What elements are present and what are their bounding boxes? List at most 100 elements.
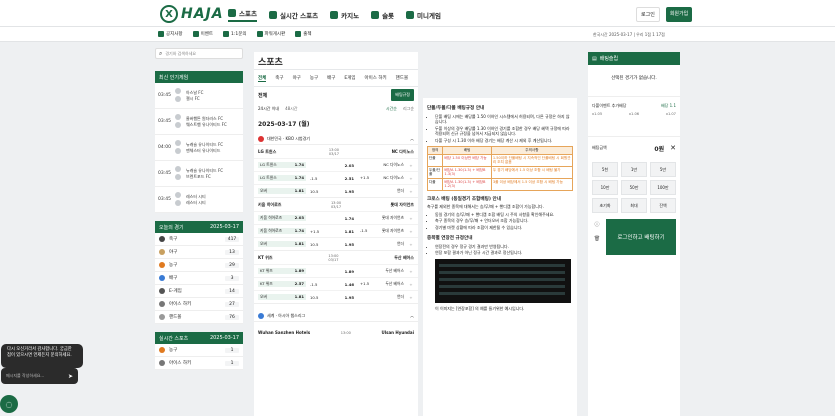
plus-icon[interactable]: + (408, 295, 414, 300)
site-logo[interactable]: X HAJA (160, 5, 224, 23)
amount-chip[interactable]: 잔액 (650, 198, 676, 213)
odds-draw[interactable]: -1.5 1.46 (308, 282, 356, 287)
odds-away[interactable]: 언더 (358, 241, 406, 247)
odds-away[interactable]: +1.5 두산 베어스 (358, 281, 406, 287)
popular-game[interactable]: 03:45 아스날 FC 첼시 FC (155, 83, 243, 109)
rule-kind: 다폴 (426, 177, 444, 191)
sport-tab[interactable]: 야구 (293, 75, 301, 81)
sport-item[interactable]: 핸드볼 76 (155, 311, 243, 324)
plus-icon[interactable]: + (408, 163, 414, 168)
amount-chip[interactable]: 50만 (621, 180, 647, 195)
odds-home[interactable]: LG 트윈스 1.74 (258, 175, 306, 181)
trash-icon[interactable]: 🗑 (594, 236, 600, 242)
amount-chip[interactable]: 최대 (621, 198, 647, 213)
odds-away[interactable]: -1.5 롯데 자이언츠 (358, 228, 406, 234)
sport-tab[interactable]: 아이스 하키 (365, 75, 387, 81)
popular-game[interactable]: 03:45 뉴캐슬 유나이티드 FC 브렌트포드 FC (155, 161, 243, 187)
popular-game[interactable]: 03:45 울버햄튼 원더러스 FC 웨스트햄 유나이티드 FC (155, 109, 243, 135)
odds-draw[interactable]: 10.5 1.95 (308, 295, 356, 300)
plus-icon[interactable]: + (408, 282, 414, 287)
sport-tab[interactable]: 전체 (258, 75, 267, 82)
chevron-up-icon[interactable]: ︿ (410, 313, 414, 319)
odds-draw[interactable]: 10.5 1.95 (308, 242, 356, 247)
match-header: KT 위즈 13:00 03/17 두산 베어스 (254, 251, 418, 264)
sport-item[interactable]: 아이스 하키 1 (155, 357, 243, 370)
subnav-notice[interactable]: 공지사항 (158, 31, 183, 37)
search-input[interactable]: ⌕ 경기와 검색하세요 (155, 48, 243, 59)
join-button[interactable]: 회원가입 (665, 7, 693, 22)
plus-icon[interactable]: + (408, 176, 414, 181)
odds-draw[interactable]: 1.74 (308, 216, 356, 221)
nav-live-sports[interactable]: 실시간 스포츠 (268, 8, 318, 22)
chat-input[interactable]: 메시지를 작성하세요... ➤ (1, 368, 78, 384)
league-header-2[interactable]: 세계 · 아시아 챔스리그 ︿ (254, 310, 418, 322)
chevron-up-icon[interactable]: ︿ (410, 136, 414, 142)
amount-chip[interactable]: 1만 (621, 162, 647, 177)
odds-draw[interactable]: 1.89 (308, 269, 356, 274)
sort-time[interactable]: 시간순 (386, 106, 397, 111)
chat-icon: ◌ (5, 399, 13, 409)
odds-away[interactable]: NC 다이노스 (358, 162, 406, 168)
amount-chip[interactable]: 5만 (650, 162, 676, 177)
popular-game[interactable]: 04:00 뉴캐슬 유나이티드 FC 맨체스터 유나이티드 (155, 135, 243, 161)
login-button[interactable]: 로그인 (636, 7, 660, 22)
odds-home[interactable]: KT 위즈 1.89 (258, 268, 306, 274)
odds-draw[interactable]: -1.5 2.51 (308, 176, 356, 181)
amount-chip[interactable]: 초기화 (592, 198, 618, 213)
sport-item[interactable]: E-게임 14 (155, 285, 243, 298)
tab-24h[interactable]: 24시간 이내 (258, 106, 279, 111)
nav-slot[interactable]: 슬롯 (371, 8, 394, 22)
plus-icon[interactable]: + (408, 229, 414, 234)
plus-icon[interactable]: + (408, 269, 414, 274)
login-and-bet-button[interactable]: 로그인하고 배팅하기 (606, 219, 676, 255)
sport-item[interactable]: 축구 417 (155, 233, 243, 246)
odds-home[interactable]: LG 트윈스 1.74 (258, 162, 306, 168)
odds-draw[interactable]: 10.5 1.95 (308, 189, 356, 194)
odds-home[interactable]: 키움 히어로즈 1.74 (258, 228, 306, 234)
send-icon[interactable]: ➤ (68, 373, 73, 380)
subnav-event[interactable]: 이벤트 (192, 31, 213, 37)
odds-away[interactable]: 언더 (358, 188, 406, 194)
odds-away[interactable]: 두산 베어스 (358, 268, 406, 274)
sport-tab[interactable]: E게임 (344, 75, 355, 81)
tab-48h[interactable]: 48시간 (285, 106, 297, 111)
odds-away[interactable]: 롯데 자이언츠 (358, 215, 406, 221)
plus-icon[interactable]: + (408, 242, 414, 247)
nav-casino[interactable]: 카지노 (330, 8, 359, 22)
plus-icon[interactable]: + (408, 216, 414, 221)
amount-chip[interactable]: 100만 (650, 180, 676, 195)
sport-item[interactable]: 아이스 하키 27 (155, 298, 243, 311)
close-icon[interactable]: ✕ (670, 144, 676, 152)
sport-tab[interactable]: 축구 (275, 75, 283, 81)
odds-home[interactable]: KT 위즈 2.57 (258, 281, 306, 287)
subnav-board[interactable]: 파워게시판 (256, 31, 285, 37)
subnav-attendance[interactable]: 출첵 (295, 31, 312, 37)
popular-game[interactable]: 03:45 레스터 시티 레스터 시티 (155, 187, 243, 213)
subnav-inquiry[interactable]: 1:1문의 (222, 31, 247, 37)
sort-league[interactable]: 리그순 (403, 106, 414, 111)
nav-minigame[interactable]: 미니게임 (406, 8, 441, 22)
sport-item[interactable]: 농구 1 (155, 344, 243, 357)
amount-chip[interactable]: 10만 (592, 180, 618, 195)
league-header[interactable]: 대한민국 · KBO 시범경기 ︿ (254, 133, 418, 145)
plus-icon[interactable]: + (408, 189, 414, 194)
sport-tab[interactable]: 핸드볼 (396, 75, 408, 81)
odds-home[interactable]: 오버 1.81 (258, 188, 306, 194)
odds-home[interactable]: 오버 1.81 (258, 294, 306, 300)
betting-rules-button[interactable]: 배팅규정 (391, 89, 414, 101)
sport-tab[interactable]: 배구 (327, 75, 335, 81)
sport-tab[interactable]: 농구 (310, 75, 318, 81)
nav-sports[interactable]: 스포츠 (228, 8, 257, 22)
amount-chip[interactable]: 5천 (592, 162, 618, 177)
sport-item[interactable]: 야구 13 (155, 246, 243, 259)
odds-home[interactable]: 오버 1.81 (258, 241, 306, 247)
sport-item[interactable]: 배구 3 (155, 272, 243, 285)
odds-draw[interactable]: +1.5 1.81 (308, 229, 356, 234)
odds-home[interactable]: 키움 히어로즈 2.03 (258, 215, 306, 221)
info-icon[interactable]: ⓘ (594, 221, 599, 228)
odds-away[interactable]: +1.5 NC 다이노스 (358, 175, 406, 181)
chat-launcher-button[interactable]: ◌ (0, 395, 18, 413)
sport-item[interactable]: 농구 29 (155, 259, 243, 272)
odds-draw[interactable]: 2.03 (308, 163, 356, 168)
odds-away[interactable]: 언더 (358, 294, 406, 300)
